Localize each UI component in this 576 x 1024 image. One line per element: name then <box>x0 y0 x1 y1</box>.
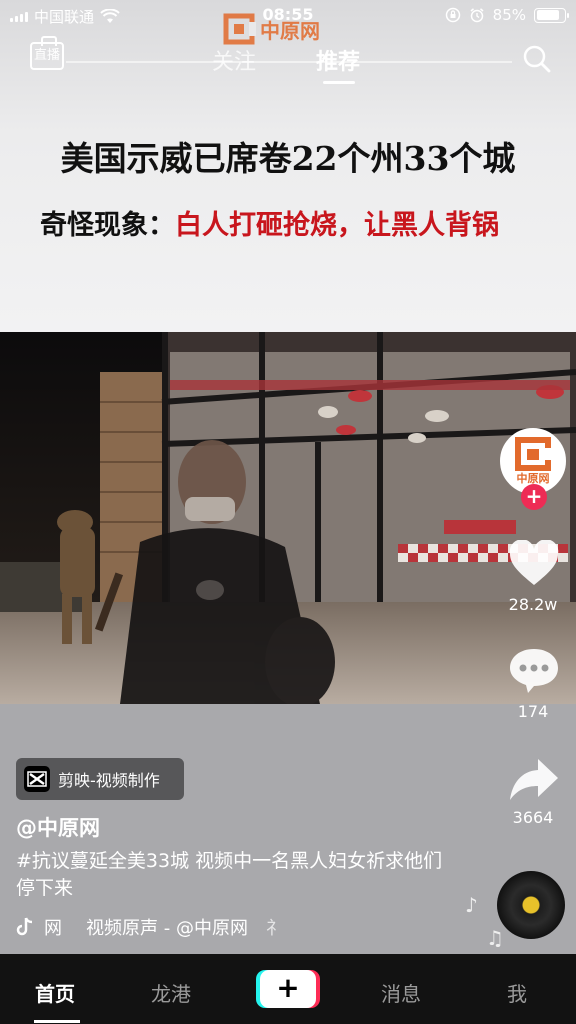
active-tab-indicator <box>323 81 355 84</box>
battery-icon <box>534 7 569 23</box>
create-button[interactable]: + <box>260 970 316 1008</box>
video-scene <box>0 332 576 704</box>
nav-me[interactable]: 我 <box>507 978 527 1007</box>
subtitle-highlight: 白人打砸抢烧，让黑人背锅 <box>175 210 499 241</box>
nav-messages[interactable]: 消息 <box>381 978 421 1007</box>
post-caption: #抗议蔓延全美33城 视频中一名黑人妇女祈求他们停下来 <box>16 850 443 899</box>
tab-following[interactable]: 关注 <box>212 44 256 76</box>
share-count: 3664 <box>512 808 554 827</box>
live-button[interactable]: 直播 <box>30 42 64 70</box>
status-right: 85% <box>445 6 569 24</box>
orientation-lock-icon <box>445 7 460 23</box>
music-disc-icon[interactable] <box>497 871 565 939</box>
nav-progress-line <box>66 61 512 63</box>
bottom-nav: 首页 龙港 + 消息 我 <box>0 954 576 1024</box>
comment-icon[interactable] <box>508 646 560 694</box>
share-icon[interactable] <box>508 756 560 804</box>
nav-active-indicator <box>34 1020 80 1023</box>
video-headline: 美国示威已席卷22个州33个城 <box>60 139 516 178</box>
nav-city[interactable]: 龙港 <box>151 978 191 1007</box>
follow-button[interactable]: + <box>521 484 547 510</box>
subtitle-prefix: 奇怪现象： <box>40 210 175 241</box>
zhongyuan-logo-icon <box>223 13 256 45</box>
search-icon[interactable] <box>522 44 552 74</box>
music-note-icon-2: ♫ <box>486 926 504 950</box>
watermark-text: 中原网 <box>260 18 320 43</box>
video-player[interactable] <box>0 332 576 704</box>
heart-icon[interactable] <box>508 540 560 588</box>
music-prefix: 网 <box>44 918 62 939</box>
tiktok-note-icon <box>16 917 33 936</box>
capcut-app-tag[interactable]: 剪映-视频制作 <box>16 758 184 800</box>
battery-percent: 85% <box>492 6 526 24</box>
author-handle[interactable]: @中原网 <box>16 812 100 842</box>
channel-watermark: 中原网 <box>222 12 320 46</box>
app-tag-label: 剪映-视频制作 <box>58 771 160 790</box>
tab-recommended[interactable]: 推荐 <box>316 44 360 76</box>
avatar-text: 中原网 <box>517 471 550 485</box>
music-suffix: 礻 <box>265 918 284 939</box>
alarm-icon <box>470 8 484 23</box>
capcut-icon <box>24 766 50 792</box>
music-title: 视频原声 - @中原网 <box>86 918 248 939</box>
video-subtitle: 奇怪现象：白人打砸抢烧，让黑人背锅 <box>40 203 499 242</box>
avatar-logo-icon: 中原网 <box>502 430 564 492</box>
comment-count: 174 <box>517 702 549 721</box>
music-note-icon: ♪ <box>465 893 478 917</box>
nav-home[interactable]: 首页 <box>35 978 75 1007</box>
like-count: 28.2w <box>508 595 558 614</box>
music-info[interactable]: 网 视频原声 - @中原网 礻 <box>16 914 284 940</box>
